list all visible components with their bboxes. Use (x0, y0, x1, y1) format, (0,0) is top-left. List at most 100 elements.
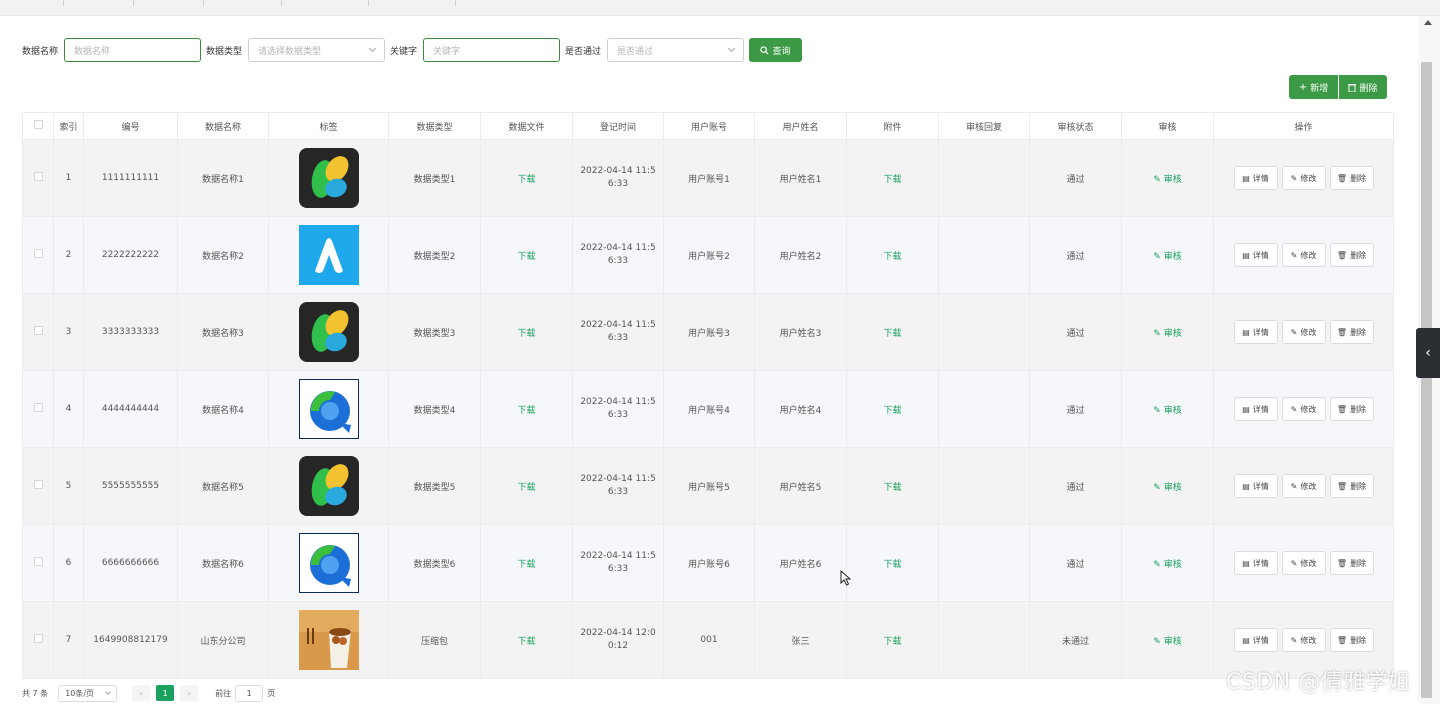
filter-pass: 是否通过 是否通过 (565, 38, 745, 62)
goto-page-input[interactable]: 1 (235, 684, 264, 702)
row-select-cell[interactable] (22, 370, 54, 448)
row-select-cell[interactable] (22, 447, 54, 525)
tab-stub[interactable] (282, 0, 369, 6)
audit-link[interactable]: ✎ 审核 (1153, 483, 1181, 493)
select-all-checkbox[interactable] (33, 120, 43, 129)
tab-stub[interactable] (204, 0, 282, 6)
audit-link[interactable]: ✎ 审核 (1153, 329, 1181, 339)
file-download-link[interactable]: 下载 (517, 637, 535, 647)
label-image[interactable] (298, 610, 359, 670)
edit-button[interactable]: ✎ 修改 (1281, 243, 1326, 267)
type-select-placeholder: 请选择数据类型 (258, 46, 322, 57)
name-input[interactable]: 数据名称 (64, 38, 202, 62)
row-select-cell[interactable] (22, 216, 54, 294)
row-checkbox[interactable] (33, 326, 43, 335)
edit-button[interactable]: ✎ 修改 (1281, 628, 1326, 652)
delete-button[interactable]: 🗑 删除 (1329, 397, 1374, 421)
attach-download-link[interactable]: 下载 (883, 329, 901, 339)
audit-link[interactable]: ✎ 审核 (1153, 175, 1181, 185)
file-download-link[interactable]: 下载 (517, 252, 535, 262)
attach-download-link[interactable]: 下载 (883, 637, 901, 647)
label-image[interactable] (297, 532, 360, 594)
delete-button[interactable]: 🗑 删除 (1329, 474, 1374, 498)
delete-button[interactable]: 🗑 删除 (1329, 243, 1374, 267)
file-download-link[interactable]: 下载 (517, 483, 535, 493)
row-checkbox[interactable] (33, 403, 43, 412)
tab-stub[interactable] (134, 0, 204, 6)
row-checkbox[interactable] (33, 634, 43, 643)
next-page-button[interactable]: › (180, 685, 199, 701)
audit-link[interactable]: ✎ 审核 (1153, 406, 1181, 416)
trash-icon: 🗑 (1336, 558, 1348, 568)
scroll-up-icon[interactable] (1424, 20, 1432, 25)
label-image[interactable] (298, 302, 359, 362)
prev-page-button[interactable]: ‹ (132, 685, 151, 701)
edit-icon: ✎ (1153, 482, 1164, 493)
label-image[interactable] (298, 225, 359, 285)
detail-button[interactable]: ▤ 详情 (1233, 551, 1278, 575)
attach-download-link[interactable]: 下载 (883, 175, 901, 185)
attach-download-link[interactable]: 下载 (883, 252, 901, 262)
edit-icon: ✎ (1290, 327, 1298, 337)
row-checkbox[interactable] (33, 172, 43, 181)
detail-button[interactable]: ▤ 详情 (1233, 166, 1278, 190)
detail-button[interactable]: ▤ 详情 (1233, 397, 1278, 421)
edit-button[interactable]: ✎ 修改 (1281, 166, 1326, 190)
row-checkbox[interactable] (33, 557, 43, 566)
audit-link[interactable]: ✎ 审核 (1153, 252, 1181, 262)
edit-button[interactable]: ✎ 修改 (1281, 397, 1326, 421)
attach-download-link[interactable]: 下载 (883, 560, 901, 570)
audit-link[interactable]: ✎ 审核 (1153, 637, 1181, 647)
detail-button[interactable]: ▤ 详情 (1233, 320, 1278, 344)
audit-link[interactable]: ✎ 审核 (1153, 560, 1181, 570)
delete-button[interactable]: 🗑 删除 (1329, 628, 1374, 652)
label-image[interactable] (298, 148, 359, 208)
delete-button[interactable]: 🗑 删除 (1329, 551, 1374, 575)
table-row: 7 1649908812179 山东分公司 压缩包 下载 2022-04-14 12:00… (22, 601, 1394, 679)
row-select-cell[interactable] (22, 524, 54, 602)
side-panel-toggle[interactable]: ‹ (1416, 328, 1440, 378)
tab-stub[interactable] (0, 0, 64, 6)
row-select-cell[interactable] (22, 139, 54, 217)
row-checkbox[interactable] (33, 249, 43, 258)
row-select-cell[interactable] (22, 601, 54, 679)
cell-audit: ✎ 审核 (1121, 370, 1214, 448)
delete-button[interactable]: 🗑 删除 (1329, 166, 1374, 190)
pass-select[interactable]: 是否通过 (607, 38, 745, 62)
query-button[interactable]: 查询 (749, 38, 802, 62)
label-image[interactable] (298, 456, 359, 516)
file-download-link[interactable]: 下载 (517, 175, 535, 185)
detail-button[interactable]: ▤ 详情 (1233, 243, 1278, 267)
tab-stub[interactable] (369, 0, 456, 6)
detail-button[interactable]: ▤ 详情 (1233, 474, 1278, 498)
file-download-link[interactable]: 下载 (517, 406, 535, 416)
cell-label-image (268, 293, 389, 371)
attach-download-link[interactable]: 下载 (883, 483, 901, 493)
page-size-select[interactable]: 10条/页 (58, 684, 118, 702)
add-button[interactable]: + 新增 (1289, 75, 1338, 99)
delete-button[interactable]: 🗑 删除 (1329, 320, 1374, 344)
detail-button[interactable]: ▤ 详情 (1233, 628, 1278, 652)
audit-label: 审核 (1163, 636, 1182, 647)
scroll-thumb[interactable] (1421, 62, 1432, 698)
edit-button[interactable]: ✎ 修改 (1281, 551, 1326, 575)
keyword-input[interactable]: 关键字 (423, 38, 561, 62)
label-image[interactable] (297, 378, 360, 440)
header-cell: 数据文件 (480, 112, 573, 140)
row-checkbox[interactable] (33, 480, 43, 489)
edit-button[interactable]: ✎ 修改 (1281, 474, 1326, 498)
cell-account: 001 (663, 601, 755, 679)
tab-stub[interactable] (64, 0, 134, 6)
file-download-link[interactable]: 下载 (517, 329, 535, 339)
attach-download-link[interactable]: 下载 (883, 406, 901, 416)
cell-reply (938, 601, 1030, 679)
cell-status: 通过 (1029, 447, 1122, 525)
type-select[interactable]: 请选择数据类型 (248, 38, 386, 62)
edit-button[interactable]: ✎ 修改 (1281, 320, 1326, 344)
header-select-all[interactable] (22, 112, 54, 140)
batch-delete-button[interactable]: 删除 (1339, 75, 1387, 99)
row-select-cell[interactable] (22, 293, 54, 371)
table-row: 6 6666666666 数据名称6 数据类型6 下载 2022-04-14 11:56:… (22, 524, 1394, 602)
file-download-link[interactable]: 下载 (517, 560, 535, 570)
page-number-current[interactable]: 1 (156, 685, 175, 701)
